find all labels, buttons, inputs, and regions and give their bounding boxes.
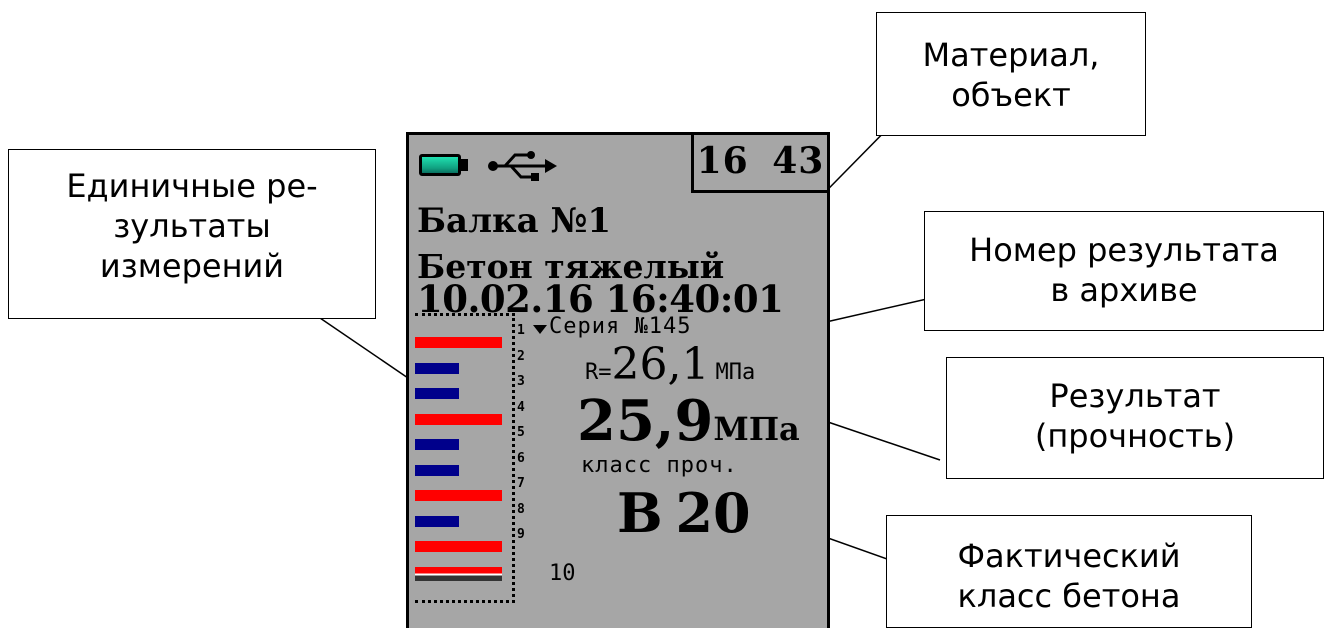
measurement-number-9: 9 [517, 527, 525, 542]
measurement-number-3: 3 [517, 374, 525, 389]
measurement-bar-6 [415, 464, 459, 476]
measurement-bar-2 [415, 362, 459, 374]
measurement-number-5: 5 [517, 425, 525, 440]
measurement-bar-4 [415, 413, 502, 425]
measurement-bar-8 [415, 515, 459, 527]
measurement-number-7: 7 [517, 476, 525, 491]
triangle-down-icon [533, 325, 547, 334]
measurement-bar-7 [415, 490, 502, 501]
series-number: Серия №145 [549, 314, 692, 339]
r-value: 26,1 [611, 339, 710, 390]
measurement-number-2: 2 [517, 348, 525, 364]
battery-icon [419, 154, 461, 176]
r-label: R= [585, 360, 612, 385]
measurement-bar-3 [415, 388, 459, 399]
callout-single-results: Единичные ре- зультаты измерений [8, 149, 376, 319]
clock: 16 43 [691, 135, 827, 193]
measurement-bar-1 [415, 337, 502, 348]
measurement-number-4: 4 [517, 399, 525, 415]
measurement-bar-10 [415, 566, 502, 581]
status-bar: 16 43 [409, 135, 827, 199]
measurements-chart [415, 313, 515, 603]
measurement-bar-5 [415, 439, 459, 450]
callout-archive-number: Номер результата в архиве [924, 211, 1324, 331]
class-label: класс проч. [581, 453, 738, 478]
measurement-number-10: 10 [549, 560, 576, 586]
battery-tip [461, 159, 468, 171]
r-unit: МПа [715, 360, 756, 385]
callout-actual-class: Фактический класс бетона [886, 515, 1252, 628]
callout-result: Результат (прочность) [946, 357, 1324, 479]
callout-material: Материал, объект [876, 12, 1146, 136]
measurement-bar-9 [415, 541, 502, 552]
object-name: Балка №1 [417, 201, 612, 241]
measurement-number-1: 1 [517, 323, 525, 338]
measurement-number-8: 8 [517, 501, 525, 517]
strength-result: 25,9МПа [577, 393, 800, 449]
strength-value: 25,9 [577, 388, 714, 454]
usb-icon [488, 151, 557, 181]
strength-unit: МПа [713, 410, 800, 448]
device-screen: 16 43 Балка №1 Бетон тяжелый 10.02.16 16… [406, 132, 830, 628]
concrete-class: B 20 [617, 481, 751, 545]
r-reading: R=26,1 МПа [585, 343, 755, 387]
measurement-number-6: 6 [517, 450, 525, 466]
